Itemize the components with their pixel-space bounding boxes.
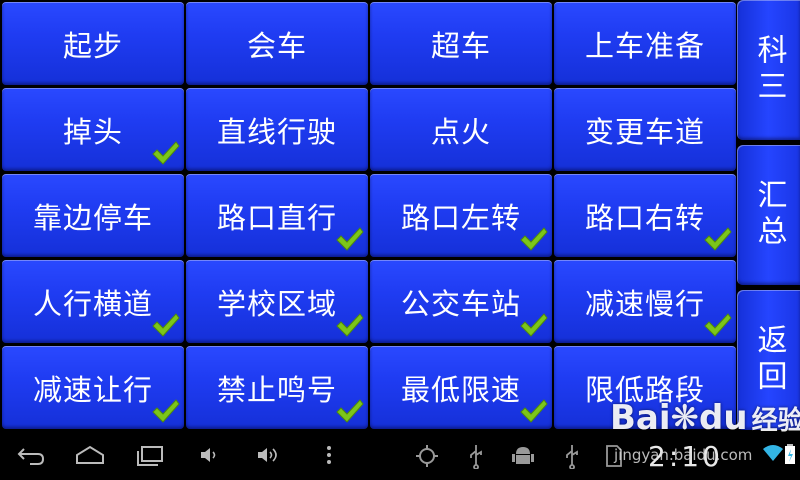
tile-label: 公交车站 (400, 286, 521, 321)
tile-label: 最低限速 (400, 372, 521, 407)
tile-biangeng-chedao[interactable]: 变更车道 (554, 88, 736, 171)
home-nav-icon[interactable] (74, 443, 106, 467)
tile-label: 路口直行 (216, 200, 337, 235)
android-debug-icon (510, 443, 536, 469)
tile-label: 人行横道 (32, 286, 153, 321)
tile-label: 变更车道 (584, 114, 705, 149)
subject-three-button[interactable]: 科三 (737, 0, 800, 140)
check-icon (520, 227, 548, 251)
app-root: 起步 会车 超车 上车准备 掉头 直线行驶 点火 变更车道 靠边停车 路口直行 … (0, 0, 800, 480)
tile-jiansu-manxing[interactable]: 减速慢行 (554, 260, 736, 343)
tile-qibu[interactable]: 起步 (2, 2, 184, 85)
check-icon (152, 141, 180, 165)
tile-label: 禁止鸣号 (216, 372, 337, 407)
tile-xiandi-luduan[interactable]: 限低路段 (554, 346, 736, 429)
tile-jinzhi-minghao[interactable]: 禁止鸣号 (186, 346, 368, 429)
battery-icon (784, 443, 796, 465)
check-icon (152, 313, 180, 337)
tile-zuidi-xiansu[interactable]: 最低限速 (370, 346, 552, 429)
check-icon (336, 227, 364, 251)
tile-label: 学校区域 (216, 286, 337, 321)
tile-label: 掉头 (62, 114, 123, 149)
tile-label: 直线行驶 (216, 114, 337, 149)
tile-lukou-zuozhuan[interactable]: 路口左转 (370, 174, 552, 257)
check-icon (152, 399, 180, 423)
tile-label: 超车 (430, 28, 491, 63)
check-icon (704, 313, 732, 337)
tile-renxing-hengdao[interactable]: 人行横道 (2, 260, 184, 343)
check-icon (704, 227, 732, 251)
tile-label: 靠边停车 (32, 200, 153, 235)
menu-dots-icon[interactable] (322, 443, 336, 467)
check-icon (520, 399, 548, 423)
recent-apps-icon[interactable] (134, 443, 166, 467)
tile-xuexiao-quyu[interactable]: 学校区域 (186, 260, 368, 343)
tile-chaoche[interactable]: 超车 (370, 2, 552, 85)
wifi-icon (762, 443, 784, 463)
tile-zhixian-xingshi[interactable]: 直线行驶 (186, 88, 368, 171)
gps-icon (414, 443, 440, 469)
tile-lukou-youzhuan[interactable]: 路口右转 (554, 174, 736, 257)
check-icon (336, 313, 364, 337)
side-panel: 科三 汇总 返回 (737, 0, 800, 430)
sdcard-icon (602, 443, 624, 469)
usb-icon (466, 443, 486, 469)
volume-down-icon[interactable] (198, 443, 222, 467)
tile-dianhuo[interactable]: 点火 (370, 88, 552, 171)
tile-label: 上车准备 (584, 28, 705, 63)
status-clock: 2:10 (648, 440, 723, 473)
tile-kaobian-tingche[interactable]: 靠边停车 (2, 174, 184, 257)
tile-shangche-zhunbei[interactable]: 上车准备 (554, 2, 736, 85)
back-nav-icon[interactable] (16, 443, 46, 467)
tile-lukou-zhixing[interactable]: 路口直行 (186, 174, 368, 257)
summary-button[interactable]: 汇总 (737, 145, 800, 285)
tile-gongjiao-chezhan[interactable]: 公交车站 (370, 260, 552, 343)
subject-three-label: 科三 (751, 34, 787, 106)
volume-up-icon[interactable] (255, 443, 283, 467)
tile-diaotou[interactable]: 掉头 (2, 88, 184, 171)
tile-label: 路口左转 (400, 200, 521, 235)
summary-label: 汇总 (751, 179, 787, 251)
tile-label: 点火 (430, 114, 491, 149)
check-icon (336, 399, 364, 423)
maneuver-grid: 起步 会车 超车 上车准备 掉头 直线行驶 点火 变更车道 靠边停车 路口直行 … (2, 2, 736, 430)
usb-connected-icon (562, 443, 582, 469)
tile-label: 路口右转 (584, 200, 705, 235)
tile-label: 起步 (62, 28, 123, 63)
tile-label: 减速让行 (32, 372, 153, 407)
back-button[interactable]: 返回 (737, 290, 800, 430)
tile-huiche[interactable]: 会车 (186, 2, 368, 85)
tile-label: 减速慢行 (584, 286, 705, 321)
check-icon (520, 313, 548, 337)
back-label: 返回 (751, 324, 787, 396)
tile-label: 会车 (246, 28, 307, 63)
tile-jiansu-rangxing[interactable]: 减速让行 (2, 346, 184, 429)
tile-label: 限低路段 (584, 372, 705, 407)
